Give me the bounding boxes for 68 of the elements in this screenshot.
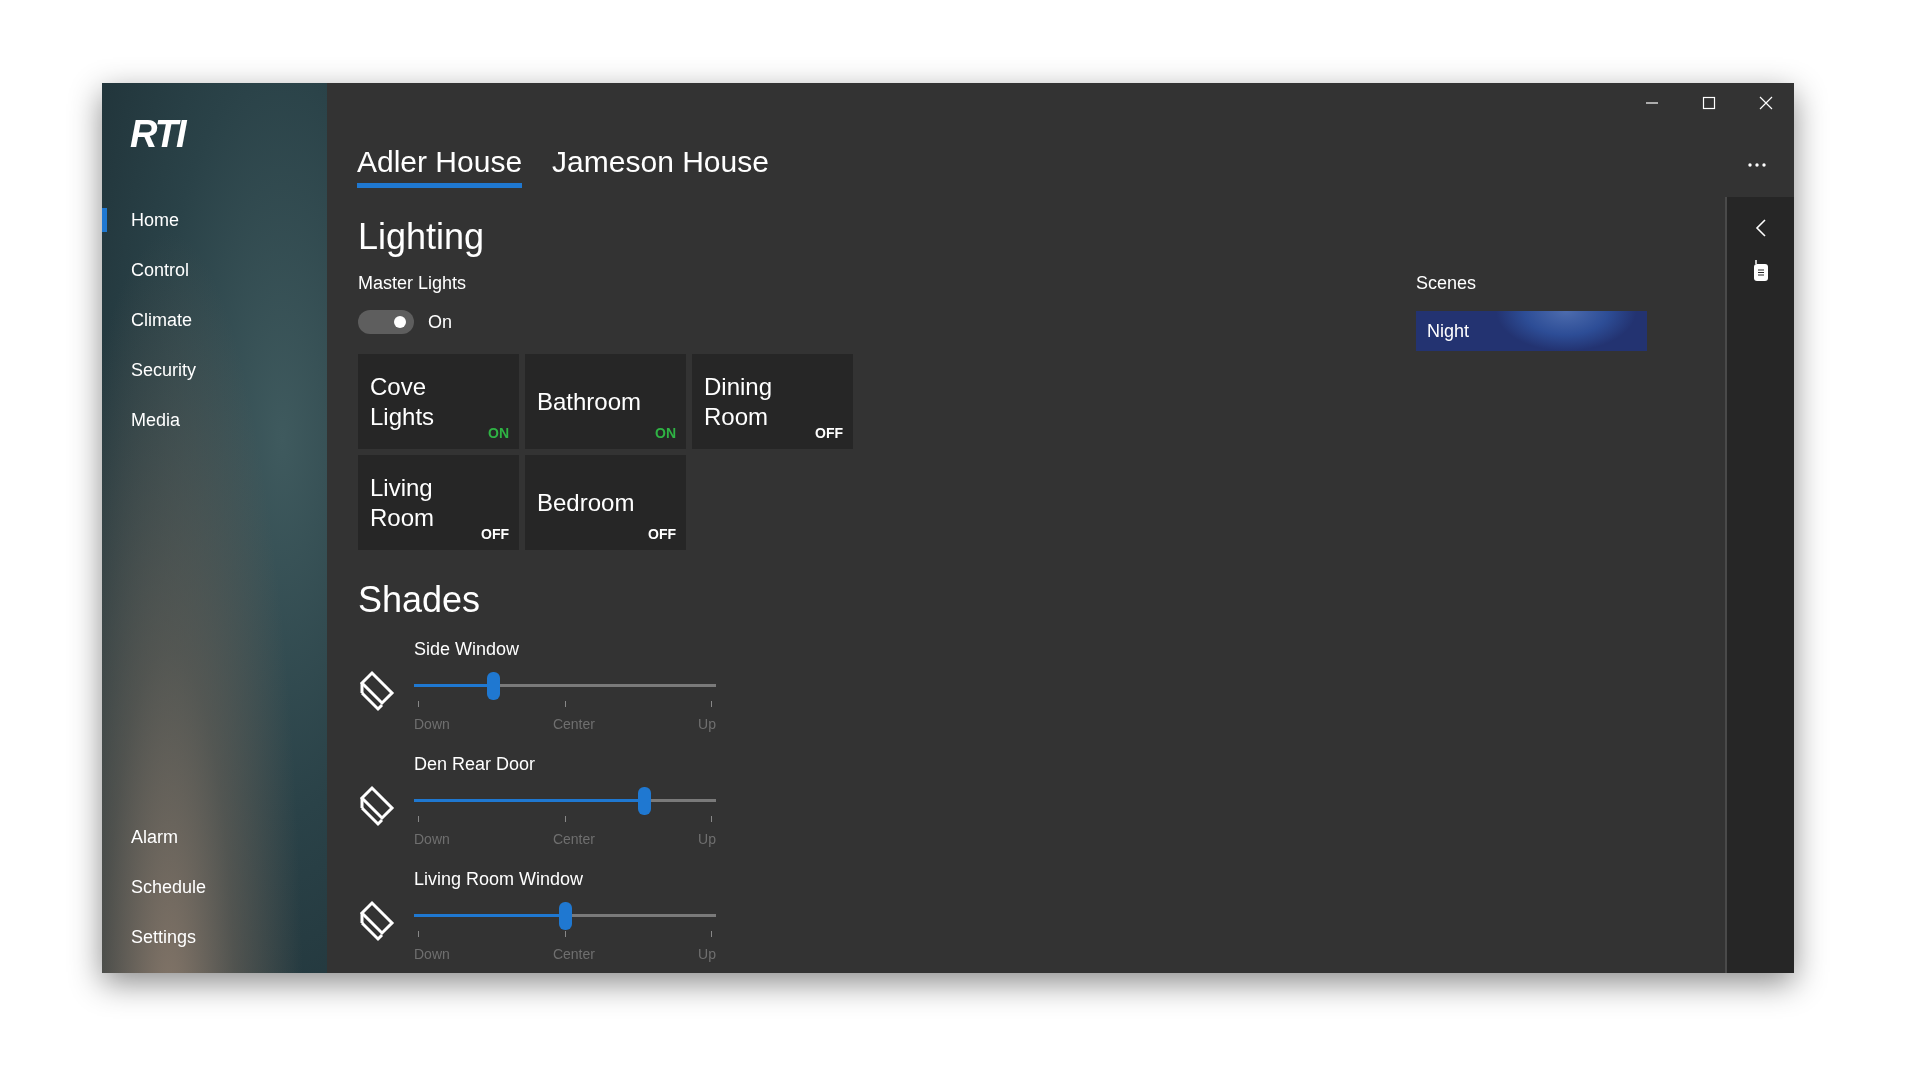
tick-mark (564, 701, 566, 707)
shade-name: Living Room Window (414, 869, 584, 891)
tick-mark (711, 931, 712, 937)
remote-icon[interactable] (1752, 259, 1769, 281)
shade-icon (358, 783, 396, 828)
section-heading: Shades (358, 578, 481, 622)
toggle-state: On (428, 311, 452, 333)
tick-mark (564, 816, 566, 822)
tick-label: Center (552, 946, 595, 962)
light-tile[interactable]: Living Room OFF (358, 455, 519, 550)
logo: RTI (130, 113, 185, 155)
light-tile[interactable]: Bathroom ON (525, 354, 686, 449)
more-icon[interactable] (1748, 163, 1766, 167)
house-tab[interactable]: Jameson House (552, 135, 769, 188)
tile-status: ON (488, 425, 509, 441)
shade-name: Den Rear Door (414, 754, 536, 776)
scenes-label: Scenes (1416, 273, 1477, 295)
chevron-left-icon[interactable] (1754, 219, 1767, 237)
nav-item[interactable]: Home (131, 195, 179, 245)
tick-label: Down (414, 946, 450, 962)
tick-label: Center (552, 716, 595, 732)
nav-item[interactable]: Media (131, 395, 181, 445)
tick-label: Up (698, 946, 716, 962)
close-icon[interactable] (1758, 96, 1773, 110)
shade-slider[interactable] (414, 671, 716, 701)
tile-name: Bedroom (537, 487, 636, 518)
tick-label: Down (414, 716, 450, 732)
nav-item[interactable]: Climate (131, 295, 192, 345)
tick-label: Up (698, 716, 716, 732)
slider-thumb[interactable] (637, 787, 651, 815)
tick-mark (418, 816, 419, 822)
nav-item[interactable]: Security (131, 345, 197, 395)
section-heading: Lighting (358, 215, 485, 259)
shade-icon (358, 898, 396, 943)
tick-label: Down (414, 831, 450, 847)
shade-slider[interactable] (414, 901, 716, 931)
shade-icon (358, 668, 396, 713)
tile-name: Cove Lights (370, 371, 436, 432)
tick-mark (564, 931, 566, 937)
light-tile[interactable]: Bedroom OFF (525, 455, 686, 550)
tile-status: OFF (481, 526, 509, 542)
tile-name: Dining Room (704, 371, 774, 432)
shade-slider[interactable] (414, 786, 716, 816)
nav-item[interactable]: Settings (131, 912, 197, 962)
tile-name: Living Room (370, 472, 436, 533)
nav-item[interactable]: Control (131, 245, 190, 295)
master-lights-label: Master Lights (358, 273, 467, 295)
tile-status: OFF (815, 425, 843, 441)
nav-item[interactable]: Schedule (131, 862, 207, 912)
light-tile[interactable]: Dining Room OFF (692, 354, 853, 449)
tick-mark (418, 701, 419, 707)
maximize-icon[interactable] (1701, 96, 1716, 110)
tick-label: Up (698, 831, 716, 847)
tile-status: OFF (648, 526, 676, 542)
house-tab[interactable]: Adler House (357, 135, 523, 188)
nav-item[interactable]: Alarm (131, 812, 178, 862)
tile-name: Bathroom (537, 386, 643, 417)
light-tile[interactable]: Cove Lights ON (358, 354, 519, 449)
slider-thumb[interactable] (559, 902, 572, 930)
tick-label: Center (552, 831, 595, 847)
scene-button[interactable]: Night (1416, 311, 1647, 351)
tick-mark (418, 931, 419, 937)
tile-status: ON (655, 425, 676, 441)
shade-name: Side Window (414, 639, 520, 661)
slider-thumb[interactable] (486, 672, 500, 700)
tick-mark (711, 816, 712, 822)
master-toggle[interactable] (358, 310, 414, 334)
tick-mark (711, 701, 712, 707)
